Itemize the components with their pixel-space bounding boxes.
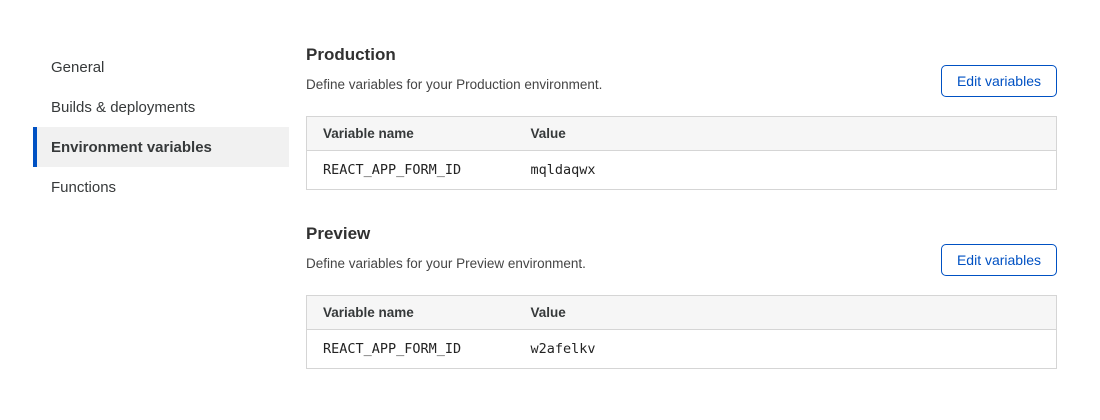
table-row: REACT_APP_FORM_ID mqldaqwx: [307, 151, 1057, 190]
column-header-variable-name: Variable name: [307, 296, 515, 330]
column-header-variable-name: Variable name: [307, 117, 515, 151]
production-edit-variables-button[interactable]: Edit variables: [941, 65, 1057, 97]
sidebar-item-functions[interactable]: Functions: [33, 167, 289, 207]
environment-variables-settings-page: General Builds & deployments Environment…: [0, 0, 1100, 420]
preview-edit-variables-button[interactable]: Edit variables: [941, 244, 1057, 276]
preview-section-title: Preview: [306, 223, 1057, 245]
production-section-title: Production: [306, 44, 1057, 66]
column-header-value: Value: [515, 117, 1057, 151]
variable-value-cell: mqldaqwx: [515, 151, 1057, 190]
variable-name-cell: REACT_APP_FORM_ID: [307, 151, 515, 190]
variable-value-cell: w2afelkv: [515, 330, 1057, 369]
variable-name-cell: REACT_APP_FORM_ID: [307, 330, 515, 369]
production-section: Production Define variables for your Pro…: [306, 44, 1057, 190]
column-header-value: Value: [515, 296, 1057, 330]
production-variables-table: Variable name Value REACT_APP_FORM_ID mq…: [306, 116, 1057, 190]
sidebar-item-general[interactable]: General: [33, 47, 289, 87]
table-header-row: Variable name Value: [307, 296, 1057, 330]
sidebar-item-builds-deployments[interactable]: Builds & deployments: [33, 87, 289, 127]
table-header-row: Variable name Value: [307, 117, 1057, 151]
settings-sidebar: General Builds & deployments Environment…: [33, 47, 289, 207]
table-row: REACT_APP_FORM_ID w2afelkv: [307, 330, 1057, 369]
main-content: Production Define variables for your Pro…: [306, 44, 1057, 369]
preview-variables-table: Variable name Value REACT_APP_FORM_ID w2…: [306, 295, 1057, 369]
sidebar-item-environment-variables[interactable]: Environment variables: [33, 127, 289, 167]
preview-section: Preview Define variables for your Previe…: [306, 223, 1057, 369]
